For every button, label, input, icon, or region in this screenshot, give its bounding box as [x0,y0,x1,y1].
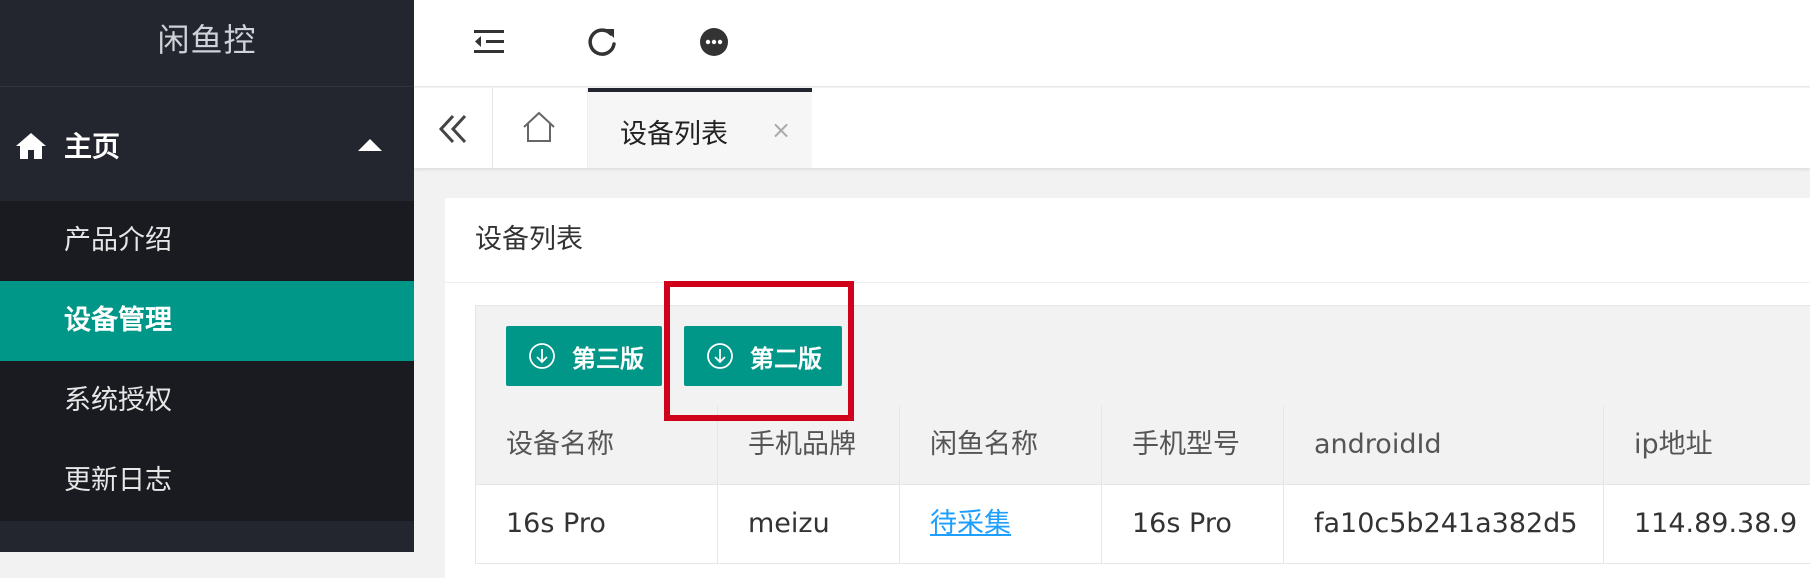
sidebar-subnav: 产品介绍 设备管理 系统授权 更新日志 [0,201,414,521]
double-chevron-left-icon [438,114,467,144]
highlight-box [664,281,854,421]
download-v3-button[interactable]: 第三版 [506,326,662,386]
caret-up-icon [358,139,382,151]
column-header: ip地址 [1634,429,1713,460]
sidebar-section-home[interactable]: 主页 [0,87,414,201]
table-cell: 16s Pro [1102,485,1284,563]
table-cell: 114.89.38.9 [1634,508,1798,539]
table-cell: 待采集 [900,485,1102,563]
column-header: androidId [1284,406,1604,484]
sidebar-item-changelog[interactable]: 更新日志 [0,441,414,521]
indent-icon[interactable] [468,20,512,64]
table-cell: fa10c5b241a382d5 [1284,485,1604,563]
table-cell: 16s Pro [476,485,718,563]
chat-icon[interactable] [692,20,736,64]
sidebar-item-device-management[interactable]: 设备管理 [0,281,414,361]
tabs-bar: 设备列表 × [414,88,1810,168]
table-cell: meizu [718,485,900,563]
column-header: 手机型号 [1102,406,1284,484]
tab-device-list[interactable]: 设备列表 × [588,88,812,168]
close-icon[interactable]: × [771,116,791,144]
sidebar-section-label: 主页 [64,130,121,163]
column-header: 闲鱼名称 [900,406,1102,484]
download-circle-icon [529,343,555,369]
sidebar-item-system-authorization[interactable]: 系统授权 [0,361,414,441]
sidebar-item-product-intro[interactable]: 产品介绍 [0,201,414,281]
table-row[interactable]: 16s Pro meizu 待采集 16s Pro fa10c5b241a382… [476,485,1810,564]
tab-home[interactable] [493,88,588,168]
refresh-icon[interactable] [580,20,624,64]
sidebar: 闲鱼控 主页 产品介绍 设备管理 系统授权 更新日志 [0,0,414,552]
home-outline-icon [523,111,555,142]
tab-label: 设备列表 [620,119,728,150]
card-title: 设备列表 [445,198,1810,283]
device-list-card: 设备列表 第三版 第二版 设备名称 手机品牌 闲鱼名称 手机型号 android… [445,198,1810,578]
device-table: 设备名称 手机品牌 闲鱼名称 手机型号 androidId ip地址 16s P… [475,406,1810,564]
tabs-scroll-left-button[interactable] [414,88,493,168]
top-header [414,0,1810,87]
button-label: 第三版 [572,344,644,373]
home-icon [16,133,46,159]
xianyu-name-link[interactable]: 待采集 [930,508,1011,539]
app-logo-title: 闲鱼控 [0,0,414,87]
